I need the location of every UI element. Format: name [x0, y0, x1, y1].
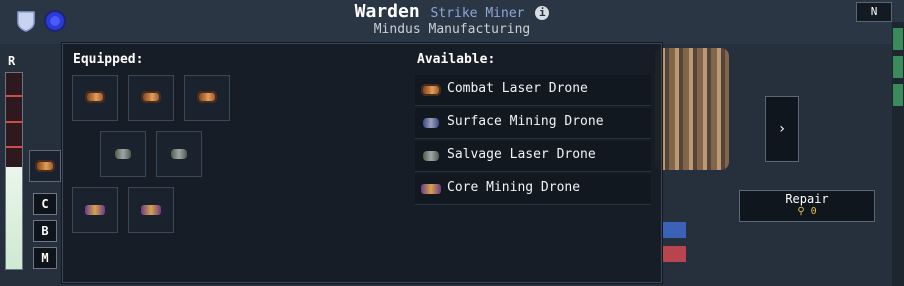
available-label: Available: — [417, 52, 496, 67]
available-drone-list: Combat Laser Drone Surface Mining Drone … — [415, 75, 651, 207]
equipped-label: Equipped: — [73, 52, 144, 67]
drone-name: Core Mining Drone — [447, 180, 581, 195]
ship-title: Warden Strike Miner i — [0, 1, 904, 22]
combat-laser-drone-icon — [35, 160, 55, 172]
combat-laser-drone-icon — [421, 84, 441, 96]
available-drone-item[interactable]: Surface Mining Drone — [415, 108, 651, 139]
manufacturer: Mindus Manufacturing — [373, 22, 531, 37]
repair-label: Repair — [785, 192, 829, 206]
equipped-slot[interactable] — [72, 187, 118, 233]
drone-name: Surface Mining Drone — [447, 114, 604, 129]
core-mining-drone-icon — [421, 184, 441, 194]
hull-bar — [660, 246, 686, 262]
available-drone-item[interactable]: Salvage Laser Drone — [415, 141, 651, 172]
r-gauge — [5, 72, 23, 270]
shield-bar — [660, 222, 686, 238]
surface-mining-drone-icon — [423, 118, 439, 128]
available-drone-item[interactable]: Combat Laser Drone — [415, 75, 651, 106]
equipped-slot[interactable] — [184, 75, 230, 121]
c-button[interactable]: C — [33, 193, 57, 215]
m-button[interactable]: M — [33, 247, 57, 269]
r-gauge-tick — [6, 146, 22, 148]
equipped-slot[interactable] — [100, 131, 146, 177]
core-mining-drone-icon — [85, 205, 105, 215]
drone-popup: Equipped: Available: Combat Laser Drone … — [62, 43, 662, 283]
repair-button[interactable]: Repair ⚲ 0 — [739, 190, 875, 222]
n-button[interactable]: N — [856, 2, 892, 22]
side-drone-slot[interactable] — [29, 150, 61, 182]
combat-laser-drone-icon — [197, 91, 217, 103]
available-drone-item[interactable]: Core Mining Drone — [415, 174, 651, 205]
salvage-laser-drone-icon — [115, 149, 131, 159]
r-gauge-tick — [6, 121, 22, 123]
equipped-slot[interactable] — [128, 75, 174, 121]
equipped-slot[interactable] — [156, 131, 202, 177]
core-mining-drone-icon — [141, 205, 161, 215]
repair-cost: ⚲ 0 — [797, 206, 817, 217]
ship-class: Strike Miner — [430, 6, 525, 21]
equipped-slot[interactable] — [128, 187, 174, 233]
right-edge-strip — [892, 22, 904, 286]
drone-name: Combat Laser Drone — [447, 81, 588, 96]
combat-laser-drone-icon — [85, 91, 105, 103]
salvage-laser-drone-icon — [171, 149, 187, 159]
ship-name: Warden — [354, 1, 420, 22]
drone-name: Salvage Laser Drone — [447, 147, 596, 162]
combat-laser-drone-icon — [141, 91, 161, 103]
salvage-laser-drone-icon — [423, 151, 439, 161]
info-icon[interactable]: i — [535, 6, 550, 20]
next-button[interactable]: › — [765, 96, 799, 162]
r-gauge-fill — [6, 167, 22, 269]
b-button[interactable]: B — [33, 220, 57, 242]
ship-hull-graphic — [655, 48, 729, 170]
equipped-slot[interactable] — [72, 75, 118, 121]
r-gauge-label: R — [8, 54, 16, 68]
r-gauge-tick — [6, 95, 22, 97]
